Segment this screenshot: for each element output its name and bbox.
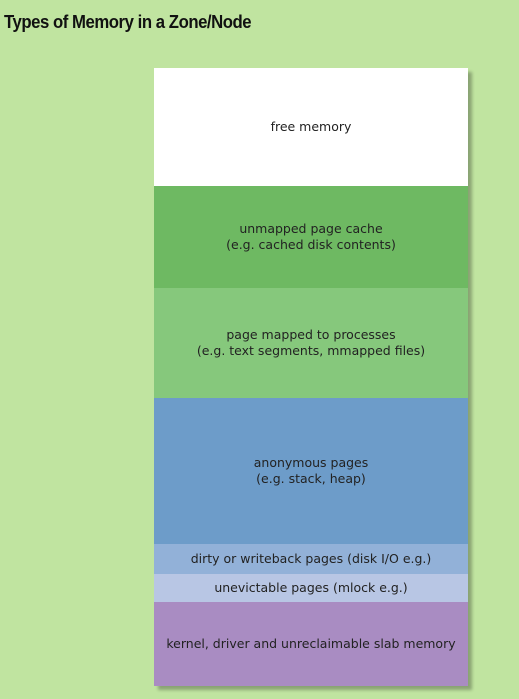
segment-label: unevictable pages (mlock e.g.) xyxy=(214,580,408,595)
segment-label: page mapped to processes xyxy=(226,327,396,342)
segment-label: free memory xyxy=(270,119,352,134)
diagram-title: Types of Memory in a Zone/Node xyxy=(4,12,252,32)
segment-example: (e.g. text segments, mmapped files) xyxy=(196,343,426,358)
segment-label: unmapped page cache xyxy=(239,221,383,236)
segment-label: kernel, driver and unreclaimable slab me… xyxy=(166,636,456,651)
segment-example: (e.g. stack, heap) xyxy=(256,471,366,486)
segment-unmapped-page-cache: unmapped page cache (e.g. cached disk co… xyxy=(154,186,468,288)
segment-example: (e.g. cached disk contents) xyxy=(226,237,396,252)
segment-unevictable-pages: unevictable pages (mlock e.g.) xyxy=(154,574,468,602)
segment-dirty-writeback-pages: dirty or writeback pages (disk I/O e.g.) xyxy=(154,544,468,574)
segment-free-memory: free memory xyxy=(154,68,468,186)
segment-label: anonymous pages xyxy=(253,455,369,470)
segment-label: dirty or writeback pages (disk I/O e.g.) xyxy=(190,551,432,566)
segment-kernel-memory: kernel, driver and unreclaimable slab me… xyxy=(154,602,468,686)
segment-mapped-pages: page mapped to processes (e.g. text segm… xyxy=(154,288,468,398)
memory-stack: free memory unmapped page cache (e.g. ca… xyxy=(154,68,468,686)
segment-anonymous-pages: anonymous pages (e.g. stack, heap) xyxy=(154,398,468,544)
